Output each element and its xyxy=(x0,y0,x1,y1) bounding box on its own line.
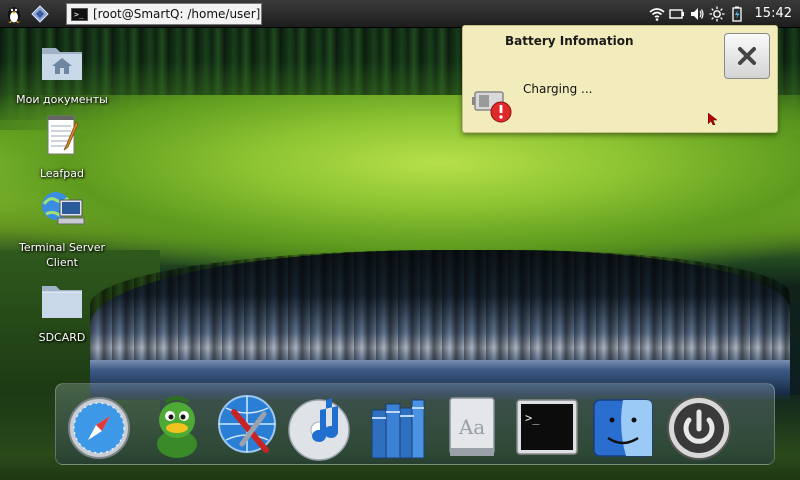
popup-title: Battery Infomation xyxy=(505,34,634,48)
folder-icon xyxy=(42,286,82,318)
panel-clock[interactable]: 15:42 xyxy=(755,6,792,21)
tux-penguin-icon[interactable] xyxy=(4,4,24,24)
top-panel: >_ [root@SmartQ: /home/user] 15:42 xyxy=(0,0,800,28)
desktop-icon-label: Leafpad xyxy=(39,167,85,180)
brightness-icon[interactable] xyxy=(709,6,725,22)
desktop-icon-label: SDCARD xyxy=(38,331,86,344)
battery-icon[interactable] xyxy=(668,6,685,22)
terminal-icon: >_ xyxy=(71,7,88,21)
system-tray: 15:42 xyxy=(649,0,792,27)
mouse-cursor-icon xyxy=(708,113,718,125)
popup-close-button[interactable] xyxy=(724,33,770,79)
finder-icon[interactable] xyxy=(590,392,656,462)
taskbar-window-button[interactable]: >_ [root@SmartQ: /home/user] xyxy=(66,3,262,25)
terminal-icon[interactable]: >_ xyxy=(514,392,580,462)
itunes-music-icon[interactable] xyxy=(286,392,352,462)
taskbar-window-title: [root@SmartQ: /home/user] xyxy=(93,7,261,21)
desktop-icon-my-documents[interactable]: Мои документы xyxy=(12,38,112,107)
diamond-launcher-icon[interactable] xyxy=(30,4,50,24)
dictionary-icon[interactable]: Aa xyxy=(440,392,506,462)
popup-message: Charging ... xyxy=(523,82,593,96)
desktop-icon-label: Terminal Server Client xyxy=(18,241,106,269)
safari-compass-icon[interactable] xyxy=(66,392,132,462)
network-tools-icon[interactable] xyxy=(214,392,280,462)
desktop-icon-terminal-server-client[interactable]: Terminal Server Client xyxy=(12,186,112,270)
home-folder-icon xyxy=(42,48,82,80)
books-library-icon[interactable] xyxy=(364,392,430,462)
battery-info-popup: Battery Infomation Charging ... xyxy=(462,25,778,133)
close-x-icon xyxy=(738,47,756,65)
desktop-icon-leafpad[interactable]: Leafpad xyxy=(12,112,112,181)
desktop-icon-label: Мои документы xyxy=(16,93,108,106)
desktop-icon-sdcard[interactable]: SDCARD xyxy=(12,276,112,345)
svg-text:Aa: Aa xyxy=(458,415,485,439)
notepad-icon xyxy=(47,115,79,155)
remote-desktop-icon xyxy=(42,192,85,225)
svg-text:>_: >_ xyxy=(525,411,540,425)
volume-icon[interactable] xyxy=(689,6,705,22)
adium-duck-icon[interactable] xyxy=(144,392,210,462)
power-icon[interactable] xyxy=(666,392,732,462)
battery-warning-icon xyxy=(472,91,512,123)
battery-charging-icon[interactable] xyxy=(729,6,745,22)
wifi-icon[interactable] xyxy=(649,6,665,22)
